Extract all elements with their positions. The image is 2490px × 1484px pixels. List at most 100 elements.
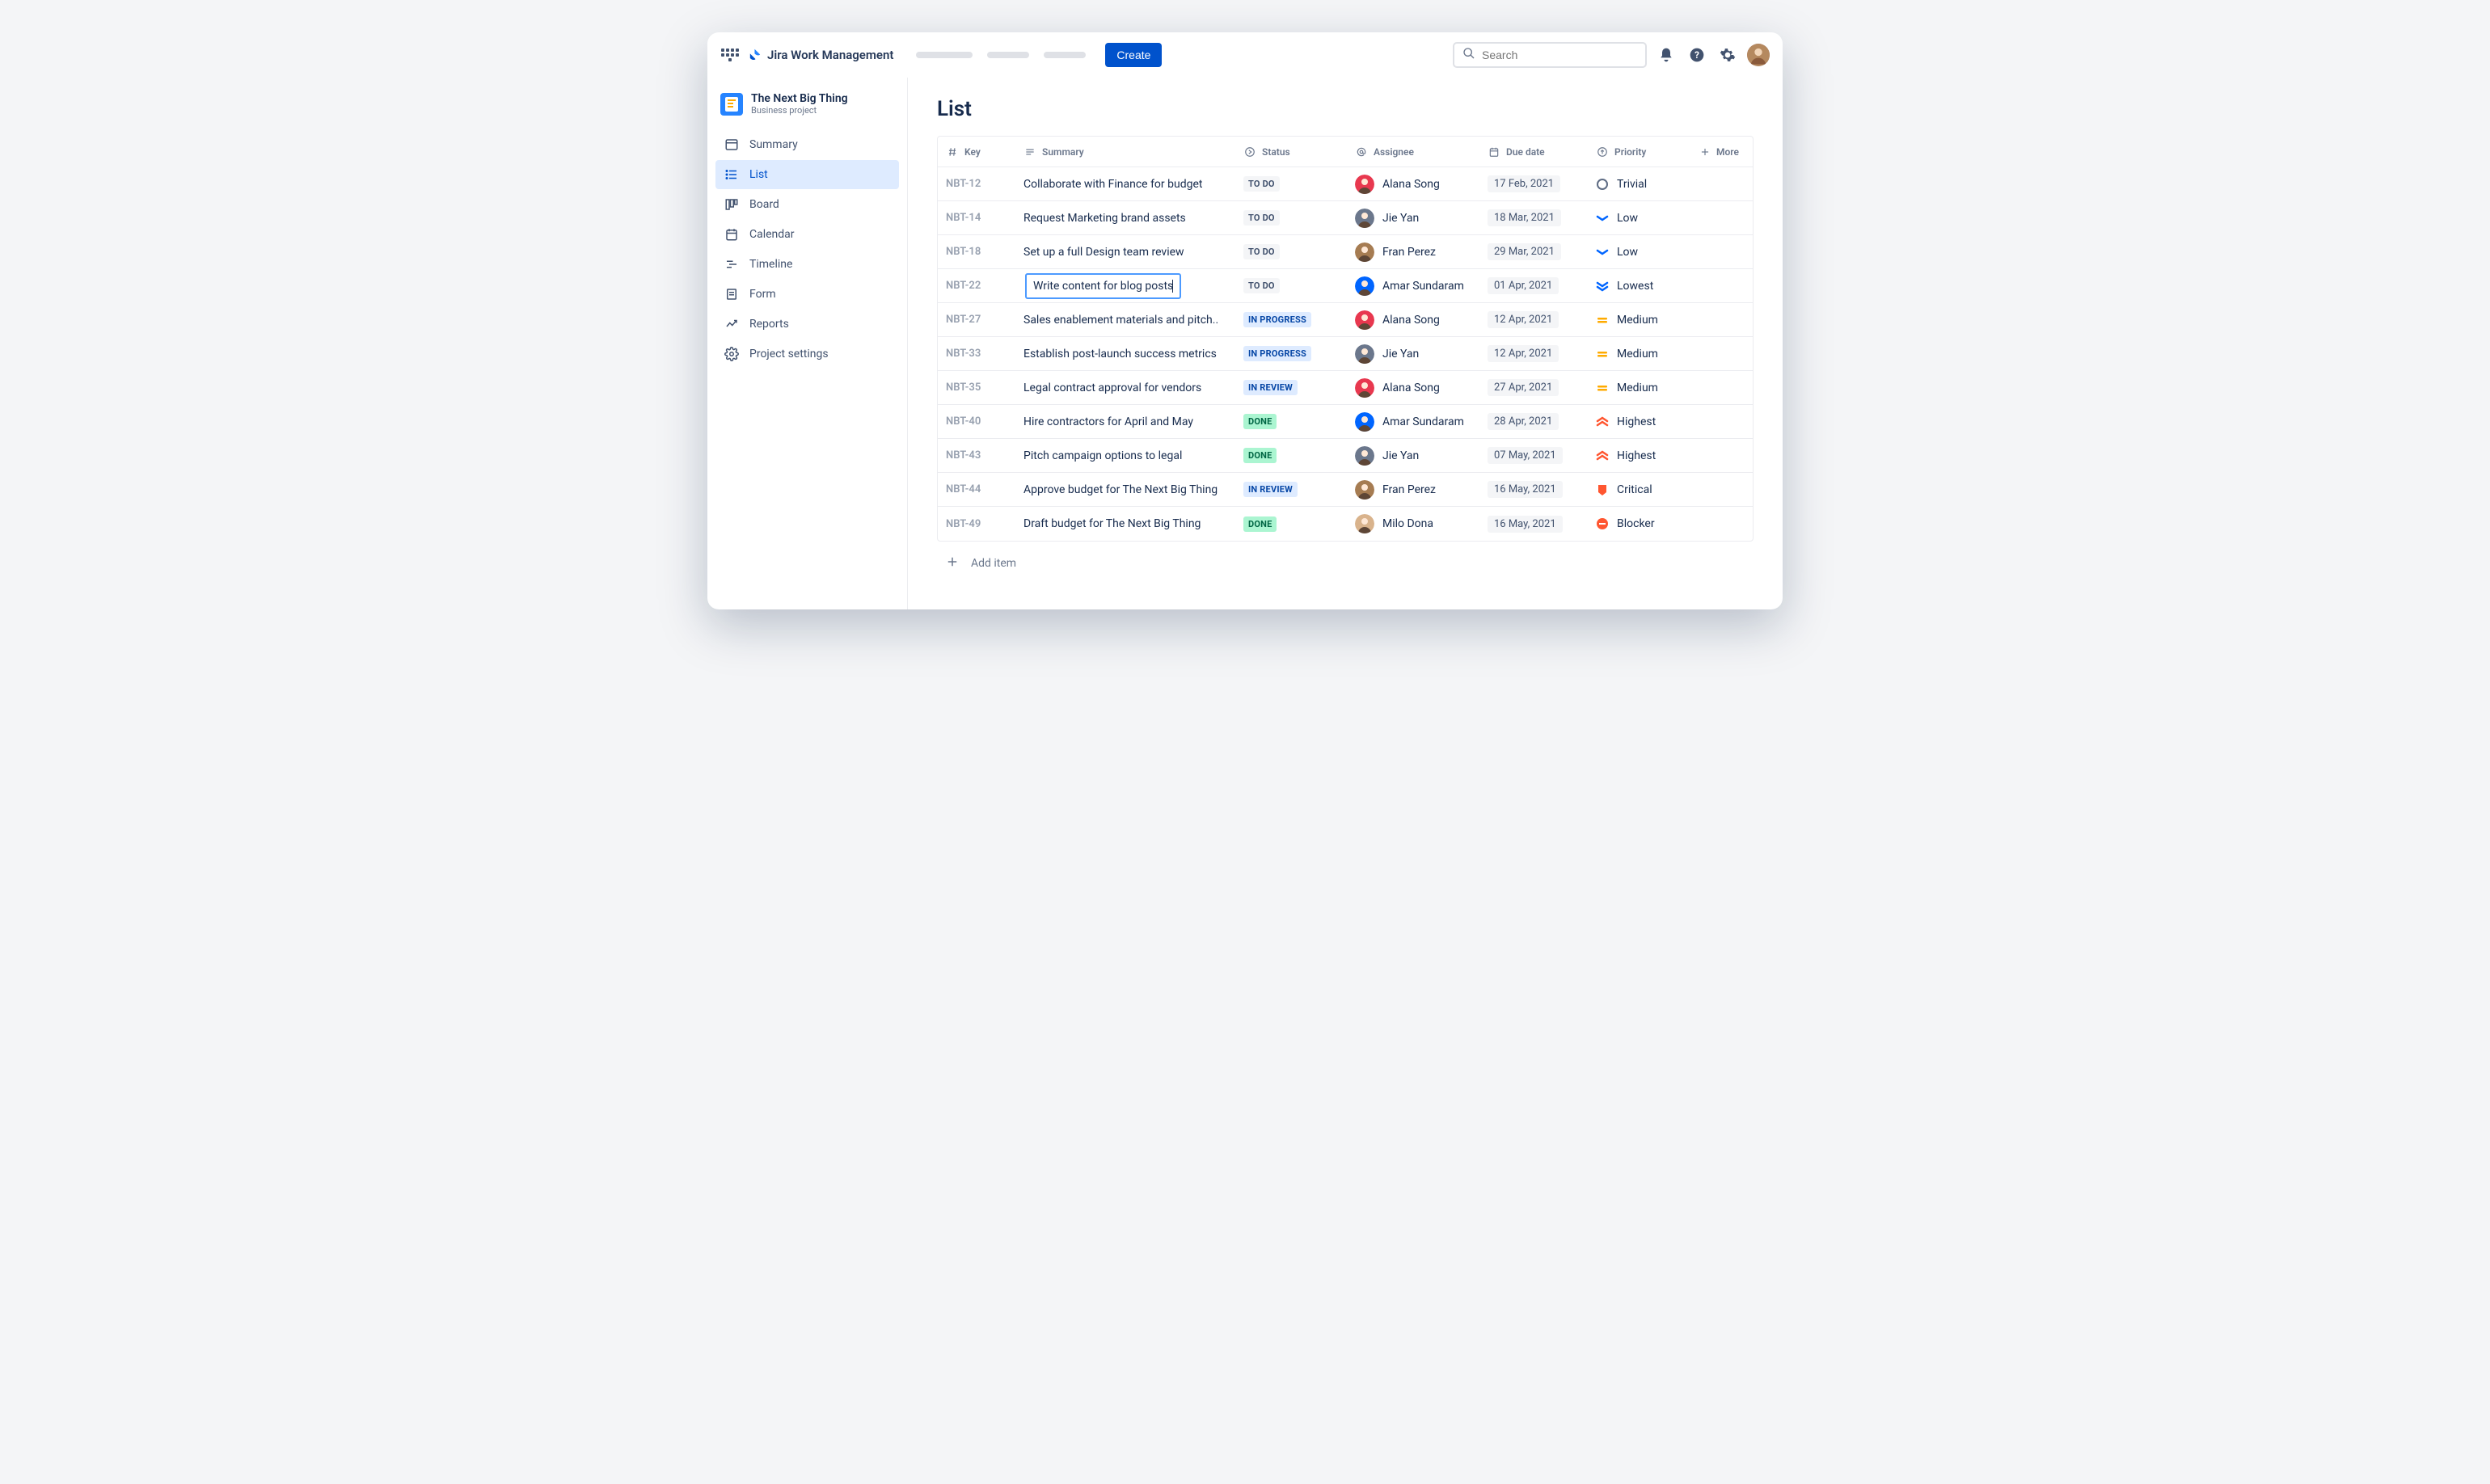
- create-button[interactable]: Create: [1105, 43, 1162, 67]
- col-due[interactable]: Due date: [1479, 145, 1588, 158]
- sidebar-item-calendar[interactable]: Calendar: [715, 220, 899, 249]
- sidebar-item-timeline[interactable]: Timeline: [715, 250, 899, 279]
- key-cell[interactable]: NBT-27: [938, 314, 1015, 326]
- col-summary[interactable]: Summary: [1015, 145, 1235, 158]
- priority-cell[interactable]: Medium: [1588, 382, 1691, 394]
- status-cell[interactable]: IN REVIEW: [1235, 380, 1347, 395]
- add-item-button[interactable]: Add item: [937, 542, 1754, 577]
- status-cell[interactable]: TO DO: [1235, 244, 1347, 259]
- table-row[interactable]: NBT-40Hire contractors for April and May…: [938, 405, 1753, 439]
- priority-cell[interactable]: Highest: [1588, 449, 1691, 462]
- table-row[interactable]: NBT-12Collaborate with Finance for budge…: [938, 167, 1753, 201]
- table-row[interactable]: NBT-33Establish post-launch success metr…: [938, 337, 1753, 371]
- key-cell[interactable]: NBT-44: [938, 483, 1015, 495]
- sidebar-item-reports[interactable]: Reports: [715, 310, 899, 339]
- status-cell[interactable]: DONE: [1235, 516, 1347, 532]
- col-status[interactable]: Status: [1235, 145, 1347, 158]
- summary-cell[interactable]: Collaborate with Finance for budget: [1015, 178, 1235, 191]
- table-row[interactable]: NBT-35Legal contract approval for vendor…: [938, 371, 1753, 405]
- priority-cell[interactable]: Critical: [1588, 483, 1691, 496]
- priority-cell[interactable]: Low: [1588, 246, 1691, 259]
- priority-cell[interactable]: Medium: [1588, 348, 1691, 360]
- assignee-cell[interactable]: Jie Yan: [1347, 446, 1479, 466]
- col-assignee[interactable]: Assignee: [1347, 145, 1479, 158]
- due-cell[interactable]: 12 Apr, 2021: [1479, 311, 1588, 328]
- key-cell[interactable]: NBT-40: [938, 415, 1015, 428]
- status-cell[interactable]: IN PROGRESS: [1235, 312, 1347, 327]
- table-row[interactable]: NBT-22Write content for blog postsTO DOA…: [938, 269, 1753, 303]
- assignee-cell[interactable]: Alana Song: [1347, 378, 1479, 398]
- due-cell[interactable]: 27 Apr, 2021: [1479, 379, 1588, 396]
- status-cell[interactable]: IN PROGRESS: [1235, 346, 1347, 361]
- sidebar-item-summary[interactable]: Summary: [715, 130, 899, 159]
- status-cell[interactable]: TO DO: [1235, 176, 1347, 192]
- key-cell[interactable]: NBT-14: [938, 212, 1015, 224]
- summary-cell[interactable]: Sales enablement materials and pitch..: [1015, 314, 1235, 327]
- table-row[interactable]: NBT-27Sales enablement materials and pit…: [938, 303, 1753, 337]
- summary-input[interactable]: Write content for blog posts: [1025, 273, 1181, 299]
- key-cell[interactable]: NBT-49: [938, 518, 1015, 530]
- assignee-cell[interactable]: Amar Sundaram: [1347, 412, 1479, 432]
- profile-avatar[interactable]: [1747, 44, 1770, 66]
- priority-cell[interactable]: Lowest: [1588, 280, 1691, 293]
- priority-cell[interactable]: Blocker: [1588, 517, 1691, 530]
- assignee-cell[interactable]: Milo Dona: [1347, 514, 1479, 533]
- due-cell[interactable]: 29 Mar, 2021: [1479, 243, 1588, 260]
- settings-icon[interactable]: [1716, 44, 1739, 66]
- due-cell[interactable]: 16 May, 2021: [1479, 481, 1588, 498]
- table-row[interactable]: NBT-49Draft budget for The Next Big Thin…: [938, 507, 1753, 541]
- summary-cell[interactable]: Pitch campaign options to legal: [1015, 449, 1235, 462]
- summary-cell[interactable]: Establish post-launch success metrics: [1015, 348, 1235, 360]
- table-row[interactable]: NBT-44Approve budget for The Next Big Th…: [938, 473, 1753, 507]
- sidebar-item-list[interactable]: List: [715, 160, 899, 189]
- summary-cell[interactable]: Legal contract approval for vendors: [1015, 382, 1235, 394]
- key-cell[interactable]: NBT-35: [938, 382, 1015, 394]
- due-cell[interactable]: 16 May, 2021: [1479, 516, 1588, 533]
- assignee-cell[interactable]: Alana Song: [1347, 310, 1479, 330]
- key-cell[interactable]: NBT-33: [938, 348, 1015, 360]
- due-cell[interactable]: 28 Apr, 2021: [1479, 413, 1588, 430]
- summary-cell[interactable]: Set up a full Design team review: [1015, 246, 1235, 259]
- priority-cell[interactable]: Trivial: [1588, 178, 1691, 191]
- summary-cell[interactable]: Approve budget for The Next Big Thing: [1015, 483, 1235, 496]
- app-switcher-icon[interactable]: [720, 45, 740, 65]
- assignee-cell[interactable]: Fran Perez: [1347, 480, 1479, 500]
- priority-cell[interactable]: Medium: [1588, 314, 1691, 327]
- sidebar-item-board[interactable]: Board: [715, 190, 899, 219]
- priority-cell[interactable]: Highest: [1588, 415, 1691, 428]
- status-cell[interactable]: TO DO: [1235, 210, 1347, 226]
- status-cell[interactable]: DONE: [1235, 448, 1347, 463]
- due-cell[interactable]: 17 Feb, 2021: [1479, 175, 1588, 192]
- search-field[interactable]: [1482, 48, 1637, 61]
- key-cell[interactable]: NBT-18: [938, 246, 1015, 258]
- assignee-cell[interactable]: Jie Yan: [1347, 344, 1479, 364]
- due-cell[interactable]: 07 May, 2021: [1479, 447, 1588, 464]
- search-input[interactable]: [1453, 42, 1647, 68]
- col-priority[interactable]: Priority: [1588, 145, 1691, 158]
- summary-cell[interactable]: Draft budget for The Next Big Thing: [1015, 517, 1235, 530]
- sidebar-item-form[interactable]: Form: [715, 280, 899, 309]
- key-cell[interactable]: NBT-22: [938, 280, 1015, 292]
- status-cell[interactable]: DONE: [1235, 414, 1347, 429]
- due-cell[interactable]: 18 Mar, 2021: [1479, 209, 1588, 226]
- summary-cell[interactable]: Hire contractors for April and May: [1015, 415, 1235, 428]
- table-row[interactable]: NBT-43Pitch campaign options to legalDON…: [938, 439, 1753, 473]
- notifications-icon[interactable]: [1655, 44, 1678, 66]
- key-cell[interactable]: NBT-43: [938, 449, 1015, 462]
- due-cell[interactable]: 12 Apr, 2021: [1479, 345, 1588, 362]
- project-header[interactable]: The Next Big Thing Business project: [715, 92, 899, 127]
- sidebar-item-settings[interactable]: Project settings: [715, 339, 899, 369]
- col-key[interactable]: Key: [938, 145, 1015, 158]
- table-row[interactable]: NBT-18Set up a full Design team reviewTO…: [938, 235, 1753, 269]
- help-icon[interactable]: ?: [1686, 44, 1708, 66]
- due-cell[interactable]: 01 Apr, 2021: [1479, 277, 1588, 294]
- assignee-cell[interactable]: Jie Yan: [1347, 209, 1479, 228]
- assignee-cell[interactable]: Alana Song: [1347, 175, 1479, 194]
- key-cell[interactable]: NBT-12: [938, 178, 1015, 190]
- status-cell[interactable]: IN REVIEW: [1235, 482, 1347, 497]
- col-more[interactable]: More: [1691, 145, 1741, 158]
- summary-cell[interactable]: Request Marketing brand assets: [1015, 212, 1235, 225]
- table-row[interactable]: NBT-14Request Marketing brand assetsTO D…: [938, 201, 1753, 235]
- assignee-cell[interactable]: Fran Perez: [1347, 242, 1479, 262]
- status-cell[interactable]: TO DO: [1235, 278, 1347, 293]
